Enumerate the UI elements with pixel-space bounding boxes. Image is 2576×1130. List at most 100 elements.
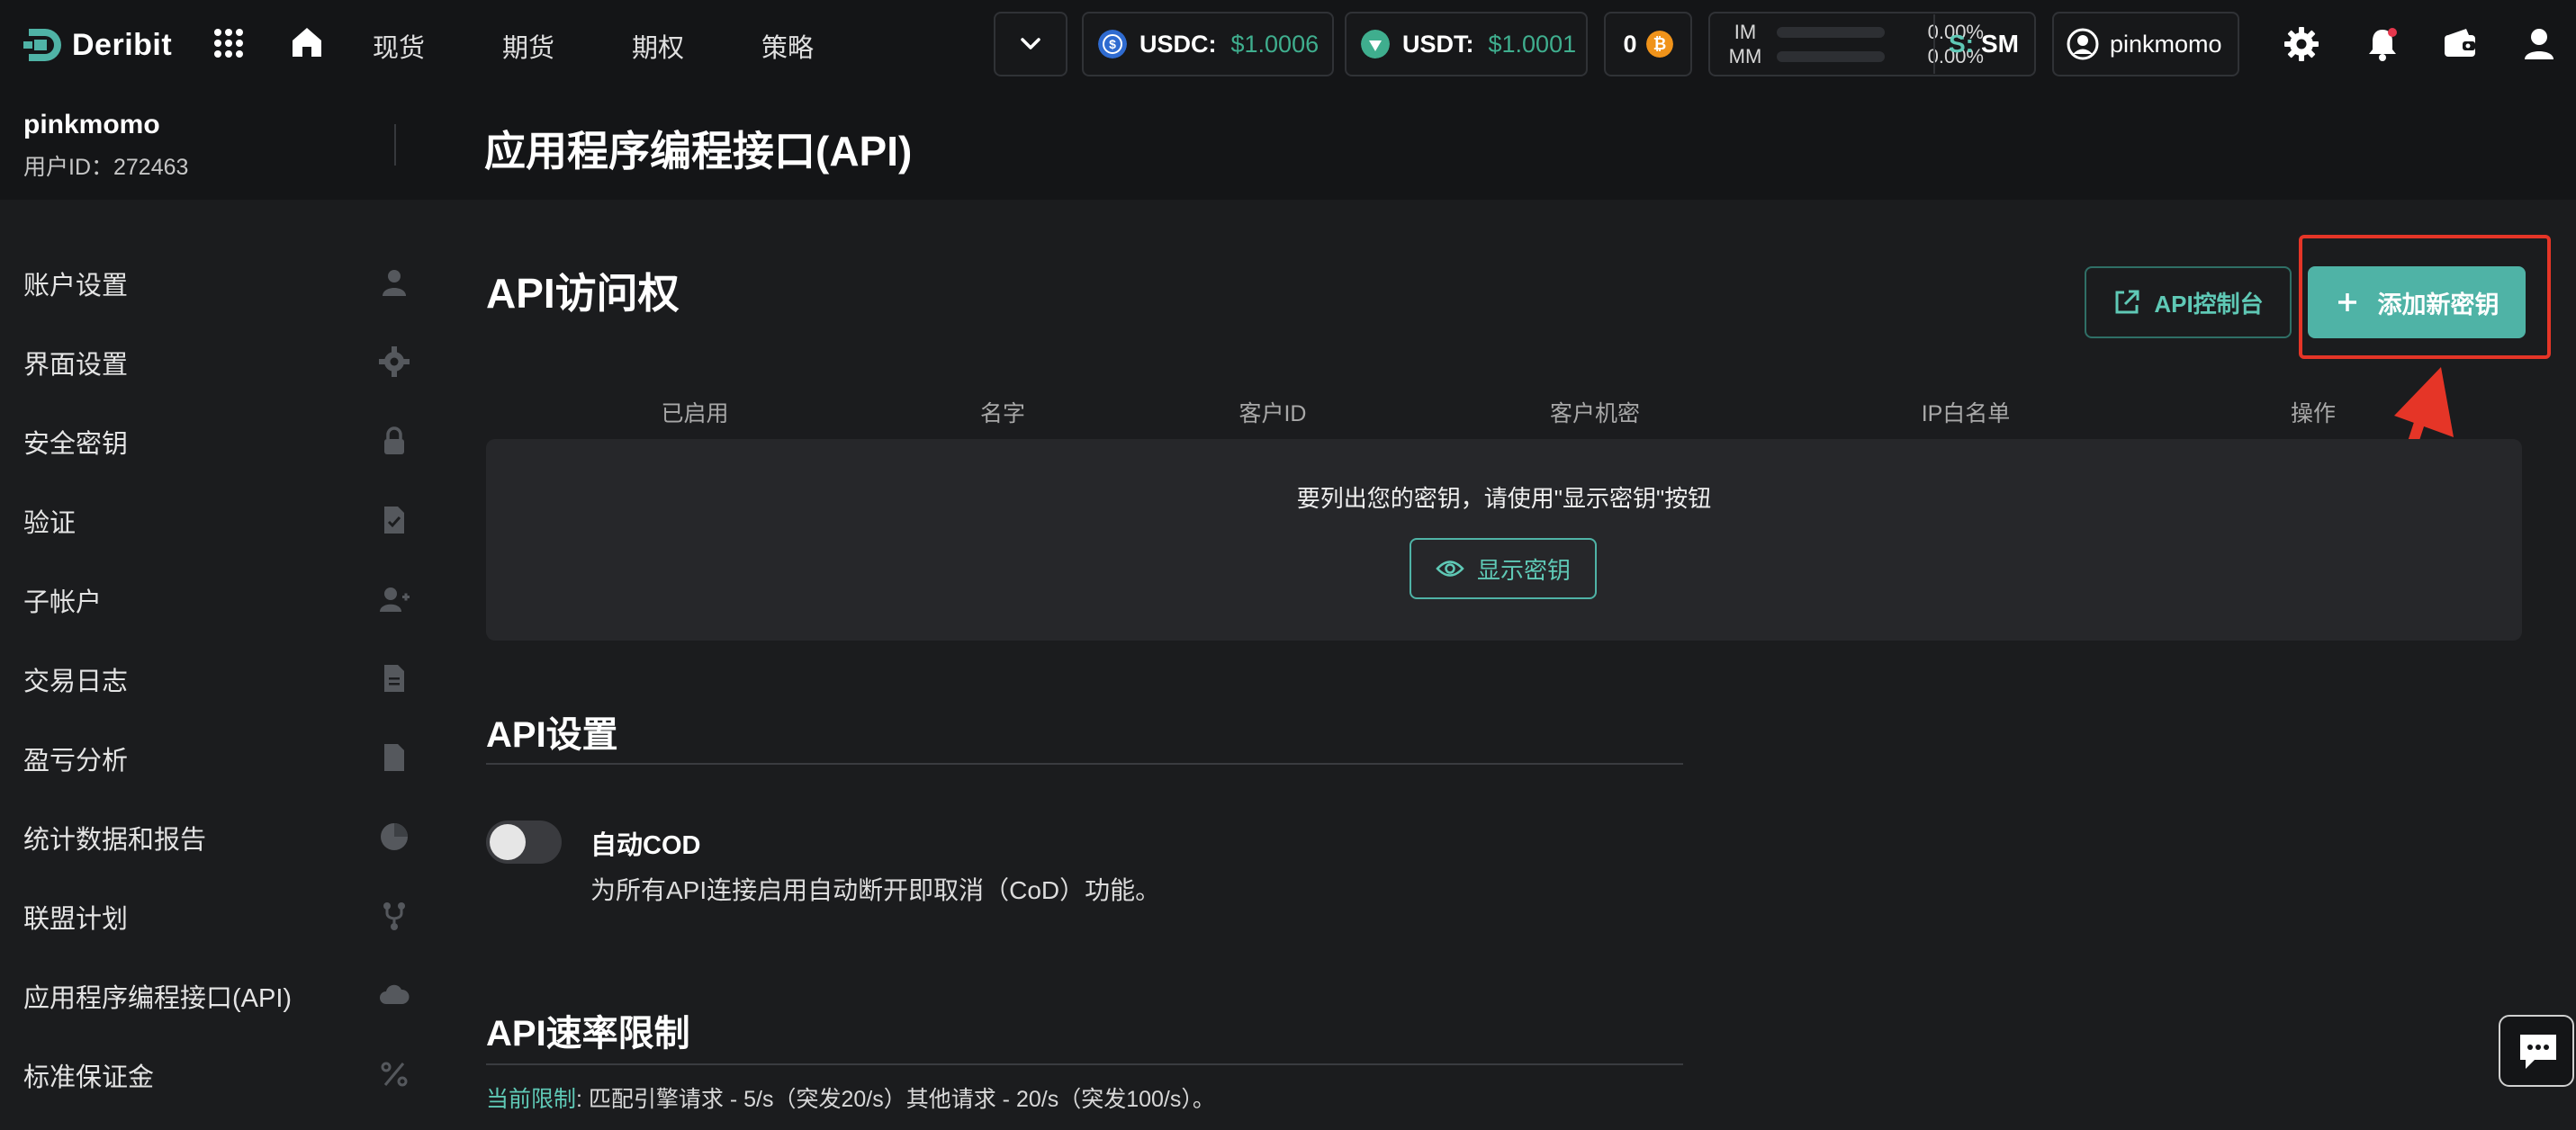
- lock-icon: [384, 426, 404, 454]
- mm-row: MM 0.00%: [1723, 44, 1984, 69]
- sidebar-item-label: 交易日志: [23, 668, 129, 696]
- settings-sidebar: 账户设置 界面设置 安全密钥 验证 子帐户 交易日志 盈亏分析 统计数据和报告 …: [0, 200, 432, 1130]
- wallet-icon[interactable]: [2441, 25, 2479, 63]
- column-actions: 操作: [2290, 401, 2336, 426]
- user-add-icon: [380, 587, 410, 612]
- im-row: IM 0.00%: [1723, 20, 1984, 45]
- svg-text:₿: ₿: [1653, 35, 1666, 53]
- sidebar-item-pnl-analysis[interactable]: 盈亏分析: [0, 718, 432, 797]
- nav-options[interactable]: 期权: [632, 27, 684, 65]
- gear-icon: [379, 346, 410, 377]
- column-client-id: 客户ID: [1238, 401, 1307, 426]
- percent-icon: [381, 1062, 408, 1087]
- sidebar-item-security-keys[interactable]: 安全密钥: [0, 401, 432, 480]
- top-navigation-bar: Deribit 现货 期货 期权 策略 $ USDC: $1.0006 USDT…: [0, 0, 2576, 90]
- auto-cod-description: 为所有API连接启用自动断开即取消（CoD）功能。: [590, 876, 1161, 904]
- rate-limits-divider: [486, 1063, 1683, 1065]
- sidebar-item-affiliate-program[interactable]: 联盟计划: [0, 876, 432, 955]
- user-menu-name: pinkmomo: [2110, 30, 2222, 58]
- sidebar-item-account-settings[interactable]: 账户设置: [0, 243, 432, 322]
- btc-balance-value: 0: [1623, 30, 1637, 58]
- api-keys-empty-panel: 要列出您的密钥，请使用"显示密钥"按钮 显示密钥: [486, 439, 2522, 641]
- sidebar-item-standard-margin[interactable]: 标准保证金: [0, 1035, 432, 1114]
- cloud-icon: [380, 984, 410, 1004]
- sidebar-item-label: 安全密钥: [23, 430, 129, 459]
- usdc-coin-icon: $: [1098, 30, 1127, 58]
- usdt-price: $1.0001: [1488, 30, 1577, 58]
- document-icon: [384, 744, 404, 771]
- sidebar-item-verification[interactable]: 验证: [0, 480, 432, 560]
- usdt-ticker[interactable]: USDT: $1.0001: [1345, 12, 1588, 76]
- sidebar-item-subaccounts[interactable]: 子帐户: [0, 560, 432, 639]
- usdc-label: USDC:: [1139, 30, 1217, 58]
- brand-logo[interactable]: Deribit: [22, 23, 172, 67]
- usdc-ticker[interactable]: $ USDC: $1.0006: [1082, 12, 1334, 76]
- page-header: 应用程序编程接口(API): [432, 90, 2576, 200]
- show-keys-button[interactable]: 显示密钥: [1410, 538, 1597, 599]
- api-settings-title: API设置: [486, 715, 618, 755]
- account-circle-icon: [2067, 28, 2099, 60]
- page-title: 应用程序编程接口(API): [484, 128, 913, 175]
- sidebar-item-api[interactable]: 应用程序编程接口(API): [0, 955, 432, 1035]
- auto-cod-title: 自动COD: [590, 831, 701, 860]
- support-chat-button[interactable]: [2499, 1015, 2574, 1087]
- auto-cod-toggle[interactable]: [486, 821, 562, 864]
- usdc-price: $1.0006: [1230, 30, 1320, 58]
- sidebar-item-interface-settings[interactable]: 界面设置: [0, 322, 432, 401]
- sidebar-item-label: 统计数据和报告: [23, 826, 207, 855]
- user-menu-button[interactable]: pinkmomo: [2052, 12, 2239, 76]
- sidebar-item-label: 界面设置: [23, 351, 129, 380]
- document-check-icon: [384, 507, 404, 534]
- svg-text:$: $: [1109, 37, 1116, 51]
- ticker-dropdown-button[interactable]: [994, 12, 1067, 76]
- api-console-button[interactable]: API控制台: [2085, 266, 2292, 338]
- empty-keys-message: 要列出您的密钥，请使用"显示密钥"按钮: [1296, 485, 1712, 512]
- external-link-icon: [2115, 290, 2139, 314]
- column-ip-whitelist: IP白名单: [1921, 401, 2011, 426]
- pie-chart-icon: [381, 823, 408, 850]
- current-limit-value: : 匹配引擎请求 - 5/s（突发20/s）其他请求 - 20/s（突发100/…: [576, 1087, 1215, 1112]
- document-icon: [384, 665, 404, 692]
- deribit-logo-icon: [23, 29, 61, 61]
- settings-gear-icon[interactable]: [2283, 25, 2320, 63]
- sidebar-item-label: 应用程序编程接口(API): [23, 984, 293, 1013]
- usdt-coin-icon: [1361, 30, 1390, 58]
- btc-balance[interactable]: 0 ₿: [1604, 12, 1692, 76]
- im-bar: [1777, 27, 1885, 38]
- profile-icon[interactable]: [2520, 25, 2558, 63]
- profile-username: pinkmomo: [23, 110, 160, 139]
- current-limit-label: 当前限制: [486, 1087, 577, 1112]
- margin-mode-button[interactable]: S: SM: [1933, 14, 2032, 74]
- highlight-box: [2299, 235, 2551, 359]
- sidebar-item-trade-log[interactable]: 交易日志: [0, 639, 432, 718]
- sidebar-item-label: 联盟计划: [23, 905, 129, 934]
- toggle-knob: [490, 824, 526, 860]
- usdt-label: USDT:: [1402, 30, 1474, 58]
- fork-icon: [383, 902, 405, 930]
- home-icon[interactable]: [290, 25, 324, 59]
- sidebar-item-statistics-reports[interactable]: 统计数据和报告: [0, 797, 432, 876]
- nav-spot[interactable]: 现货: [373, 27, 425, 65]
- margin-mode-value: SM: [1981, 30, 2019, 58]
- sidebar-item-label: 验证: [23, 509, 77, 538]
- eye-icon: [1436, 561, 1464, 577]
- column-client-secret: 客户机密: [1549, 401, 1640, 426]
- api-settings-divider: [486, 763, 1683, 765]
- sidebar-item-label: 标准保证金: [23, 1063, 155, 1092]
- column-name: 名字: [979, 401, 1025, 426]
- chevron-down-icon: [1021, 38, 1040, 49]
- apps-grid-icon[interactable]: [212, 27, 245, 59]
- sidebar-item-label: 账户设置: [23, 272, 129, 300]
- chat-bubble-icon: [2520, 1035, 2556, 1069]
- notification-bell-icon[interactable]: [2364, 25, 2401, 63]
- api-console-label: API控制台: [2154, 290, 2264, 318]
- sidebar-item-label: 盈亏分析: [23, 747, 129, 776]
- sidebar-item-label: 子帐户: [23, 588, 103, 617]
- user-icon: [383, 270, 406, 296]
- show-keys-label: 显示密钥: [1476, 556, 1571, 584]
- nav-strategies[interactable]: 策略: [761, 27, 814, 65]
- profile-summary: pinkmomo 用户ID：272463: [0, 90, 432, 200]
- mm-bar: [1777, 51, 1885, 62]
- rate-limits-title: API速率限制: [486, 1014, 690, 1054]
- nav-futures[interactable]: 期货: [502, 27, 554, 65]
